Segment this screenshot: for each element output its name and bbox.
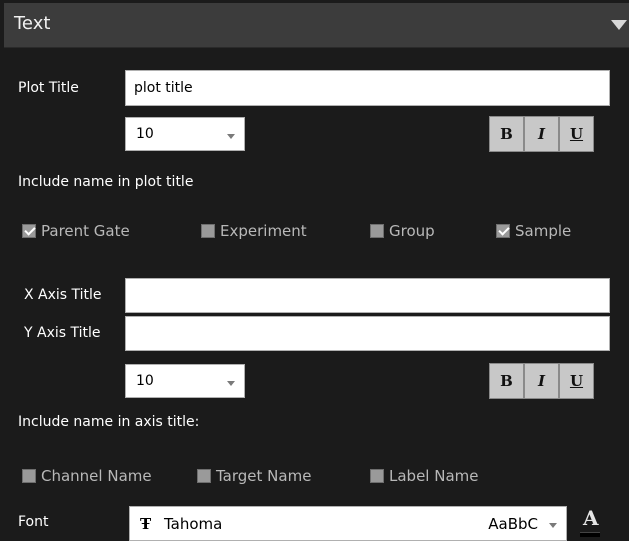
axis-title-italic-button[interactable]: I [524, 363, 559, 399]
section-header[interactable]: Text [4, 3, 629, 48]
include-axis-label: Include name in axis title: [18, 414, 200, 430]
font-preview: AaBbC [488, 515, 538, 533]
checkbox-label: Experiment [220, 222, 307, 240]
text-panel: Text Plot Title plot title 10 B I U Incl… [4, 0, 629, 541]
y-axis-title-input[interactable] [125, 316, 610, 351]
checkbox-label: Channel Name [41, 467, 152, 485]
y-axis-title-label: Y Axis Title [24, 325, 101, 341]
checkbox-checked-icon [22, 224, 36, 238]
checkbox-label: Parent Gate [41, 222, 130, 240]
x-axis-title-label: X Axis Title [24, 287, 102, 303]
checkbox-icon [370, 224, 384, 238]
collapse-arrow-icon[interactable] [611, 20, 627, 30]
checkbox-target-name[interactable]: Target Name [197, 467, 311, 485]
truetype-font-icon: Ŧ [140, 515, 152, 533]
axis-title-font-size-select[interactable]: 10 [125, 364, 245, 398]
plot-title-underline-button[interactable]: U [559, 116, 594, 152]
font-color-icon: A [583, 506, 599, 530]
checkbox-sample[interactable]: Sample [496, 222, 571, 240]
dropdown-arrow-icon [227, 134, 235, 139]
dropdown-arrow-icon [227, 381, 235, 386]
checkbox-group[interactable]: Group [370, 222, 435, 240]
checkbox-channel-name[interactable]: Channel Name [22, 467, 152, 485]
checkbox-experiment[interactable]: Experiment [201, 222, 307, 240]
checkbox-icon [201, 224, 215, 238]
checkbox-label: Target Name [216, 467, 312, 485]
checkbox-parent-gate[interactable]: Parent Gate [22, 222, 130, 240]
checkbox-icon [22, 469, 36, 483]
checkbox-label: Sample [515, 222, 572, 240]
axis-title-font-size-value: 10 [136, 373, 154, 389]
axis-title-format-group: B I U [489, 363, 594, 399]
plot-title-font-size-value: 10 [136, 126, 154, 142]
plot-title-font-size-select[interactable]: 10 [125, 117, 245, 151]
plot-title-input[interactable]: plot title [125, 70, 610, 106]
axis-title-underline-button[interactable]: U [559, 363, 594, 399]
plot-title-italic-button[interactable]: I [524, 116, 559, 152]
checkbox-icon [370, 469, 384, 483]
section-title: Text [14, 13, 51, 34]
dropdown-arrow-icon [549, 523, 557, 528]
checkbox-checked-icon [496, 224, 510, 238]
plot-title-format-group: B I U [489, 116, 594, 152]
checkbox-label-name[interactable]: Label Name [370, 467, 479, 485]
font-color-swatch [580, 532, 600, 537]
checkbox-label: Label Name [389, 467, 479, 485]
font-color-button[interactable]: A [580, 506, 600, 537]
plot-title-bold-button[interactable]: B [489, 116, 524, 152]
include-plot-label: Include name in plot title [18, 174, 194, 190]
x-axis-title-input[interactable] [125, 278, 610, 313]
checkbox-label: Group [389, 222, 435, 240]
font-select[interactable]: Ŧ Tahoma AaBbC [129, 506, 567, 541]
plot-title-label: Plot Title [18, 80, 79, 96]
axis-title-bold-button[interactable]: B [489, 363, 524, 399]
checkbox-icon [197, 469, 211, 483]
font-label: Font [18, 514, 49, 530]
font-name: Tahoma [164, 515, 223, 533]
